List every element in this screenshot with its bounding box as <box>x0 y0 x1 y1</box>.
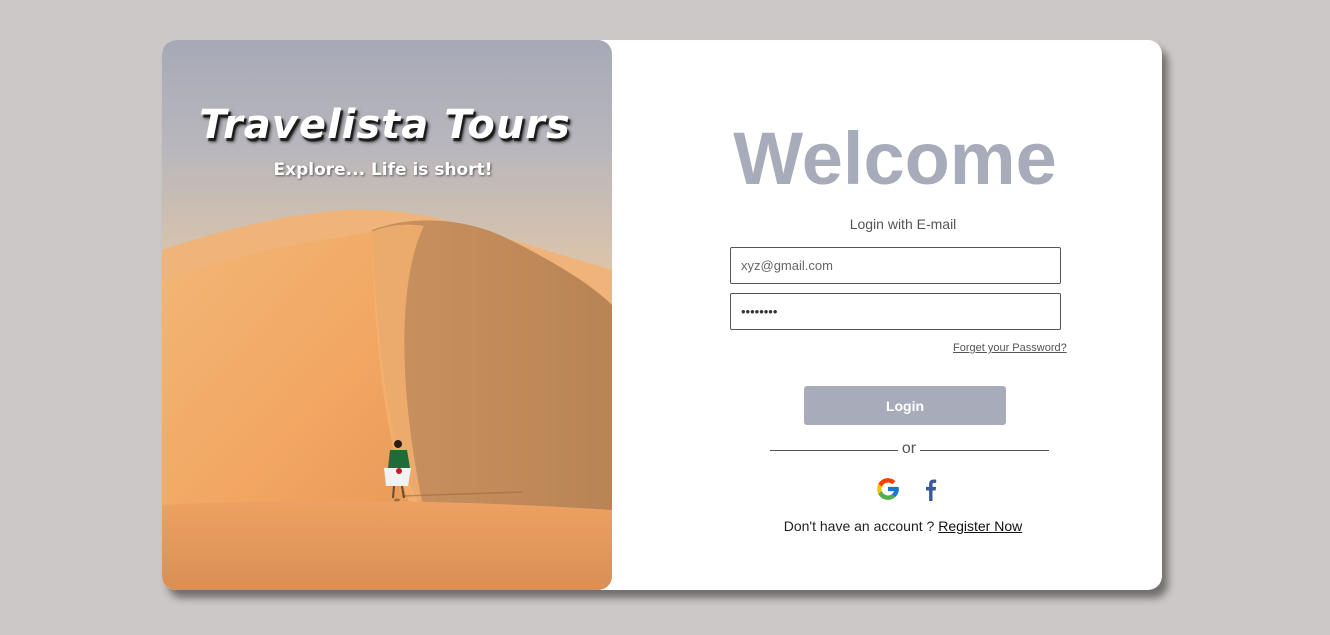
login-card: Travelista Tours Explore... Life is shor… <box>162 40 1162 590</box>
brand-tagline: Explore... Life is short! <box>273 160 493 180</box>
brand-title: Travelista Tours <box>199 102 571 148</box>
login-subtitle: Login with E-mail <box>849 216 957 232</box>
google-icon[interactable] <box>875 476 901 502</box>
password-field[interactable] <box>730 293 1061 330</box>
facebook-icon[interactable] <box>918 476 944 502</box>
login-button[interactable]: Login <box>804 386 1006 425</box>
hero-image-panel: Travelista Tours Explore... Life is shor… <box>162 40 612 590</box>
divider-line-right <box>920 450 1049 451</box>
forgot-password-link[interactable]: Forget your Password? <box>953 342 1067 354</box>
divider-line-left <box>770 450 898 451</box>
register-now-link[interactable]: Register Now <box>938 518 1022 534</box>
login-form-panel: Welcome Login with E-mail Forget your Pa… <box>612 40 1162 590</box>
divider-or: or <box>901 440 917 457</box>
register-row: Don't have an account ? Register Now <box>612 518 1162 534</box>
email-field[interactable] <box>730 247 1061 284</box>
welcome-heading: Welcome <box>733 117 1057 200</box>
no-account-text: Don't have an account ? <box>783 518 935 534</box>
